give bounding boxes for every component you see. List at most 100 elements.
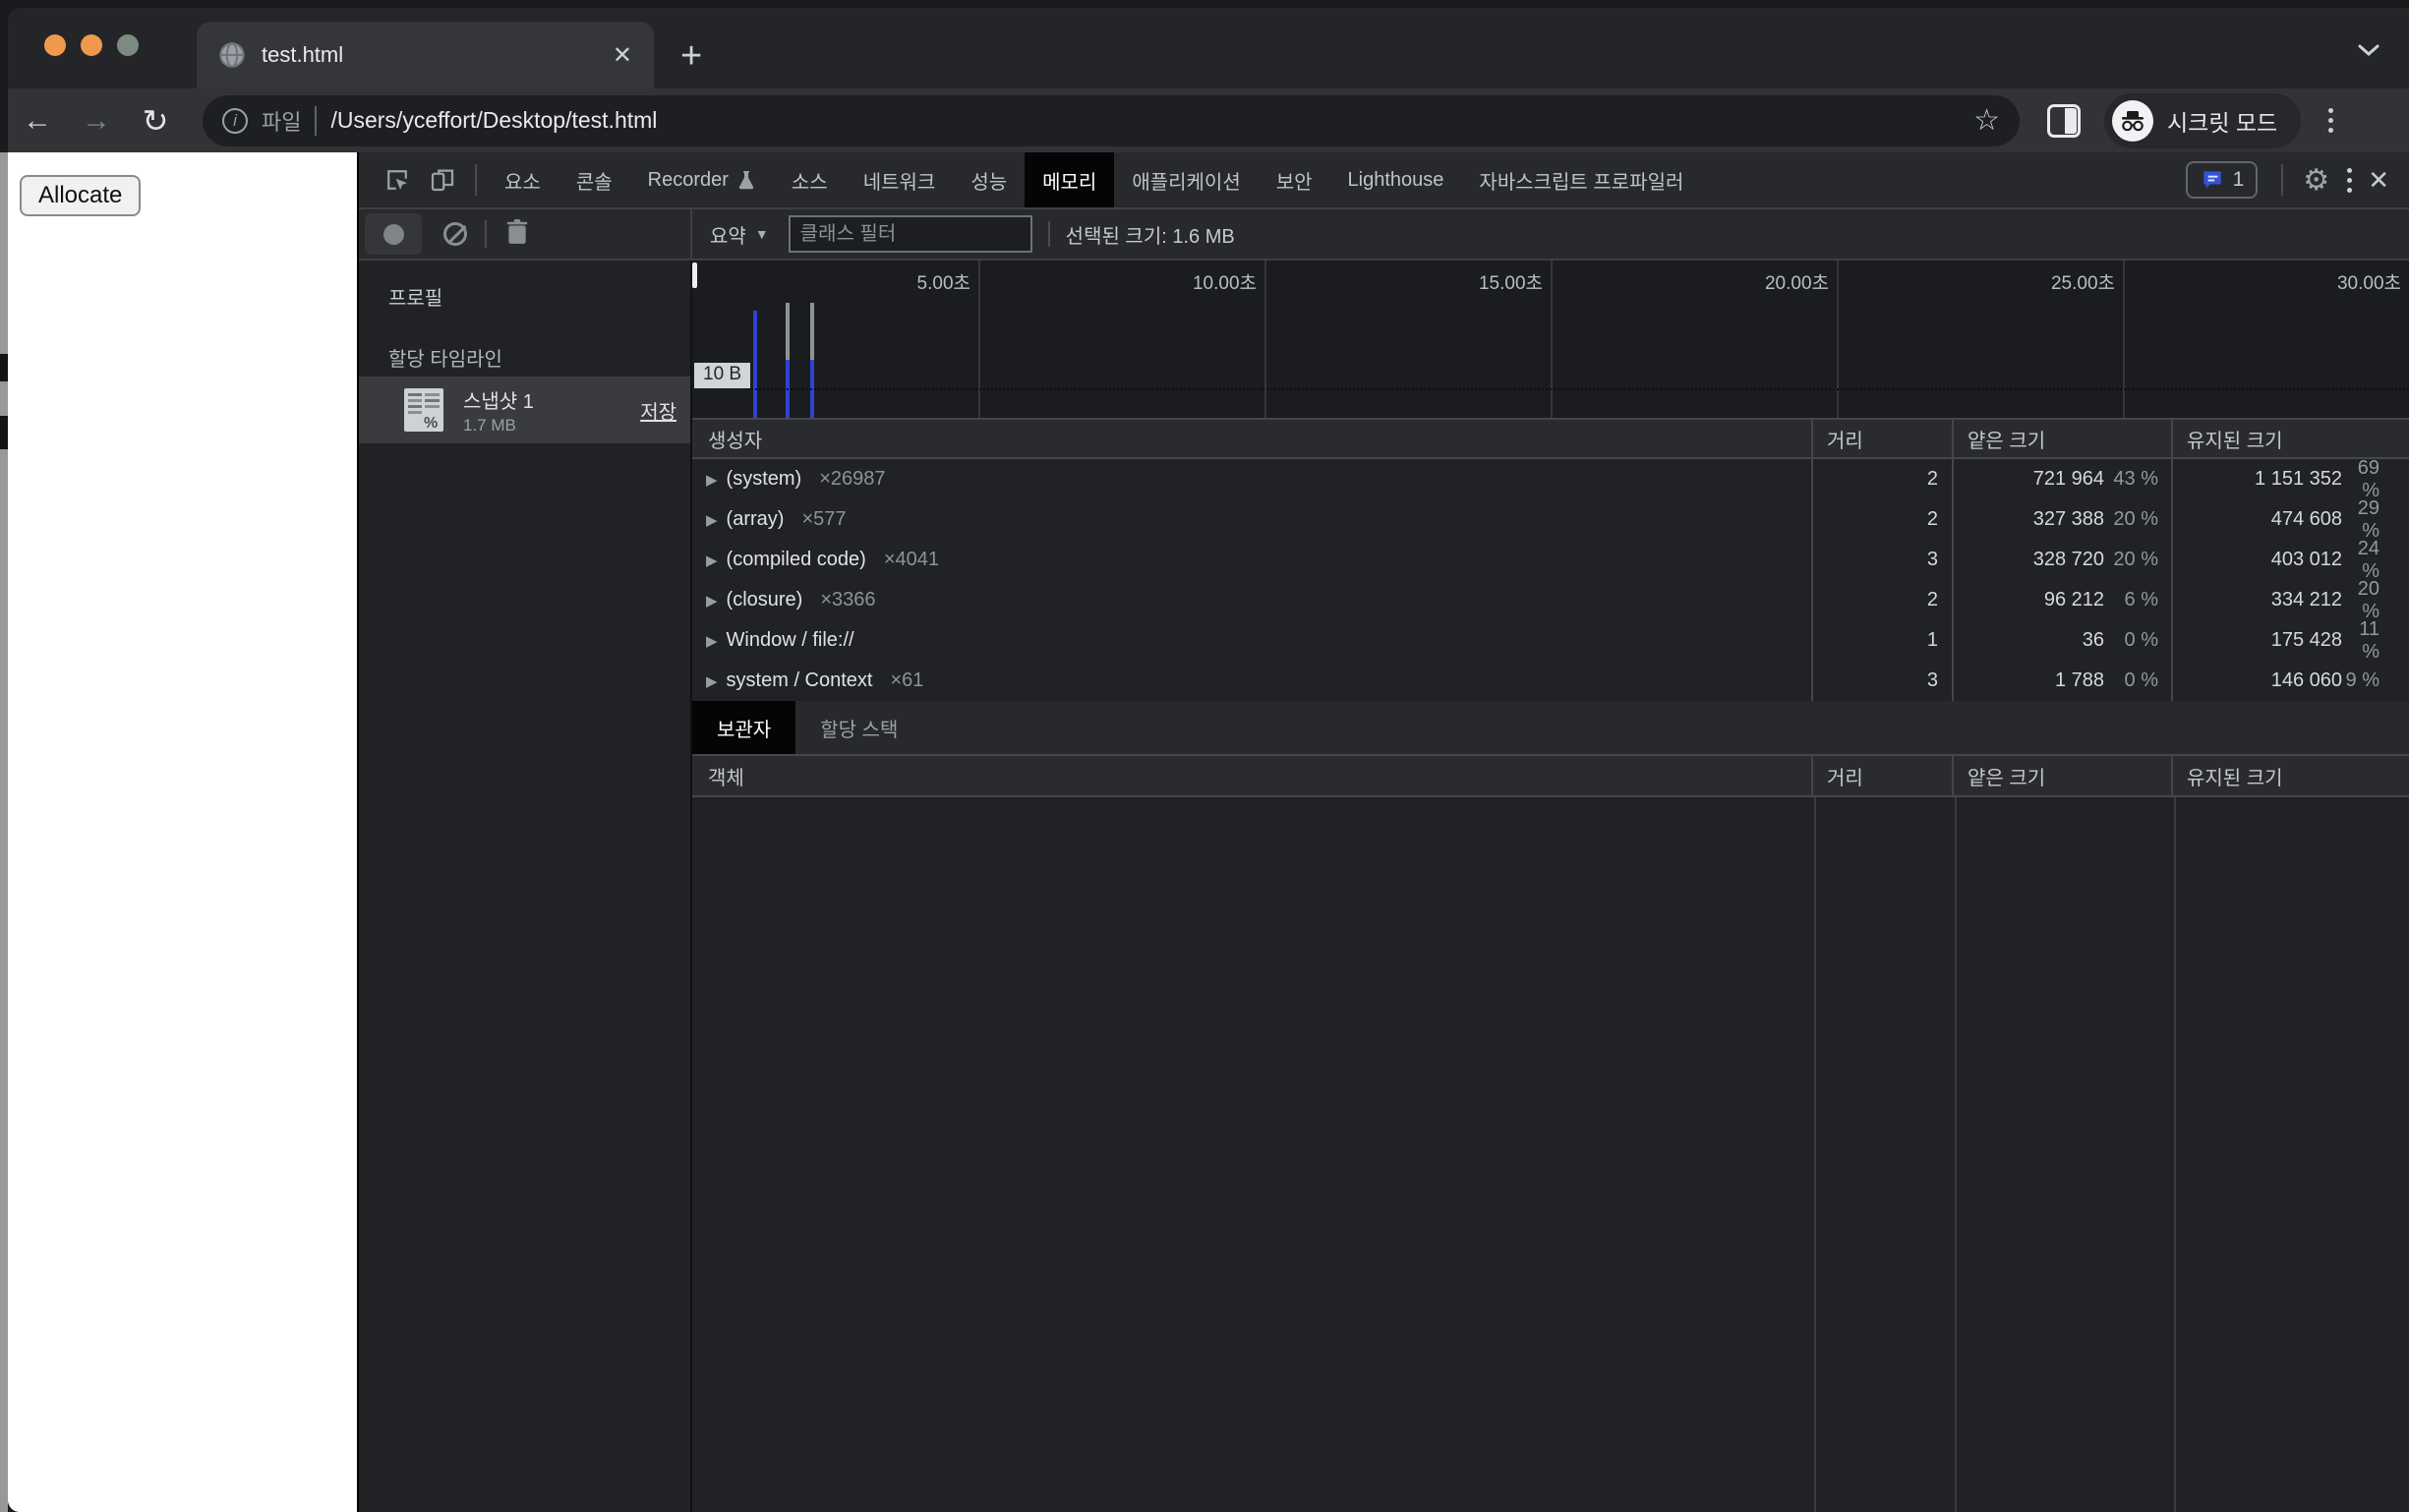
column-constructor[interactable]: 생성자 [692,425,1811,453]
issues-icon [2200,167,2225,193]
allocation-bar-freed [786,303,790,360]
issues-counter[interactable]: 1 [2186,161,2259,199]
tab-sources[interactable]: 소스 [774,152,846,207]
tab-recorder[interactable]: Recorder [630,152,774,207]
tab-lighthouse[interactable]: Lighthouse [1330,152,1462,207]
desktop-edge-mark [0,416,8,449]
constructor-row[interactable]: ▶(compiled code)×4041 3 328 72020 % 403 … [692,540,2409,580]
chevron-down-icon: ▼ [755,226,769,242]
forward-button[interactable]: → [67,104,126,138]
expand-triangle-icon[interactable]: ▶ [706,632,718,650]
incognito-badge: 시크릿 모드 [2104,93,2301,148]
settings-gear-icon[interactable]: ⚙ [2303,163,2329,198]
tab-application[interactable]: 애플리케이션 [1114,152,1258,207]
tab-elements[interactable]: 요소 [487,152,558,207]
reload-button[interactable]: ↻ [126,102,185,140]
allocation-timeline-chart[interactable]: 5.00초 10.00초 15.00초 20.00초 25.00초 30.00초… [692,261,2409,420]
address-bar-divider [315,106,317,136]
traffic-lights [44,34,139,56]
tab-js-profiler[interactable]: 자바스크립트 프로파일러 [1461,152,1701,207]
constructor-row[interactable]: ▶(closure)×3366 2 96 2126 % 334 21220 % [692,580,2409,620]
bookmark-star-icon[interactable]: ☆ [1973,103,2000,138]
column-distance[interactable]: 거리 [1811,420,1952,457]
allocation-bar-freed [810,303,814,360]
toolbar-separator [485,220,487,248]
issues-count: 1 [2233,168,2245,192]
constructor-row[interactable]: ▶system / Context×61 3 1 7880 % 146 0609… [692,661,2409,701]
expand-triangle-icon[interactable]: ▶ [706,511,718,529]
maximize-window-button[interactable] [117,34,139,56]
snapshot-list-item[interactable]: % 스냅샷 1 1.7 MB 저장 [359,377,690,443]
timeline-tick: 10.00초 [1119,268,1257,295]
record-icon [383,224,404,245]
timeline-gridline [1264,261,1266,418]
browser-menu-icon[interactable] [2328,108,2333,133]
selected-size-label: 선택된 크기: 1.6 MB [1066,220,1235,249]
constructor-row[interactable]: ▶Window / file:// 1 360 % 175 42811 % [692,620,2409,661]
delete-profile-icon[interactable] [504,218,530,251]
toolbar-separator [2281,164,2283,196]
web-page: Allocate [8,152,357,1512]
inspect-element-icon[interactable] [382,165,412,195]
snapshot-name: 스냅샷 1 [463,385,624,414]
tab-allocation-stack[interactable]: 할당 스택 [795,701,922,754]
tab-security[interactable]: 보안 [1259,152,1330,207]
expand-triangle-icon[interactable]: ▶ [706,471,718,489]
column-distance[interactable]: 거리 [1811,756,1952,795]
desktop-edge-mark [0,354,8,381]
tab-search-chevron-icon[interactable] [2356,41,2381,64]
record-heap-button[interactable] [365,213,422,255]
desktop-edge [0,152,8,1512]
tab-console[interactable]: 콘솔 [558,152,630,207]
tab-close-icon[interactable]: ✕ [613,41,632,70]
column-retained-size[interactable]: 유지된 크기 [2171,420,2409,457]
timeline-tick: 30.00초 [2263,268,2401,295]
devtools-close-icon[interactable]: ✕ [2368,165,2389,196]
snapshot-size: 1.7 MB [463,416,624,436]
globe-icon [218,41,246,69]
expand-triangle-icon[interactable]: ▶ [706,552,718,569]
allocate-button[interactable]: Allocate [20,175,141,216]
timeline-range-handle[interactable] [692,262,697,288]
tab-memory[interactable]: 메모리 [1025,152,1114,207]
timeline-gridline [1837,261,1839,418]
timeline-tick: 15.00초 [1405,268,1543,295]
devtools-panel: 요소 콘솔 Recorder 소스 네트워크 성능 메모리 애플리케이션 보안 … [357,152,2409,1512]
constructor-row[interactable]: ▶(array)×577 2 327 38820 % 474 60829 % [692,499,2409,540]
browser-tab[interactable]: test.html ✕ [197,22,654,88]
column-object[interactable]: 객체 [692,762,1811,790]
timeline-tick: 25.00초 [1977,268,2115,295]
close-window-button[interactable] [44,34,66,56]
tab-retainers[interactable]: 보관자 [692,701,795,754]
new-tab-button[interactable]: + [680,37,702,75]
device-toolbar-icon[interactable] [428,165,457,195]
back-button[interactable]: ← [8,104,67,138]
address-bar[interactable]: i 파일 /Users/yceffort/Desktop/test.html ☆ [203,95,2020,146]
column-retained-size[interactable]: 유지된 크기 [2171,756,2409,795]
url-text[interactable]: /Users/yceffort/Desktop/test.html [330,107,1960,134]
snapshot-save-link[interactable]: 저장 [640,396,676,425]
minimize-window-button[interactable] [81,34,102,56]
devtools-tabbar: 요소 콘솔 Recorder 소스 네트워크 성능 메모리 애플리케이션 보안 … [359,152,2409,209]
clear-profiles-icon[interactable] [443,222,467,246]
expand-triangle-icon[interactable]: ▶ [706,592,718,610]
expand-triangle-icon[interactable]: ▶ [706,672,718,690]
site-info-icon[interactable]: i [222,108,248,134]
memory-toolbar: 요약 ▼ 선택된 크기: 1.6 MB [359,209,2409,261]
class-filter-input[interactable] [789,215,1032,253]
timeline-gridline [2123,261,2125,418]
browser-toolbar: ← → ↻ i 파일 /Users/yceffort/Desktop/test.… [8,88,2409,152]
constructors-header-row: 생성자 거리 얕은 크기 유지된 크기 [692,420,2409,459]
svg-text:%: % [424,415,438,432]
perspective-select[interactable]: 요약 ▼ [710,220,769,249]
devtools-menu-icon[interactable] [2347,168,2352,193]
constructor-row[interactable]: ▶(system)×26987 2 721 96443 % 1 151 3526… [692,459,2409,499]
column-shallow-size[interactable]: 얕은 크기 [1952,756,2171,795]
column-shallow-size[interactable]: 얕은 크기 [1952,420,2171,457]
tab-network[interactable]: 네트워크 [846,152,954,207]
profiles-sidebar: 프로필 할당 타임라인 % [359,261,692,1512]
tab-performance[interactable]: 성능 [953,152,1025,207]
url-scheme-label: 파일 [262,105,301,137]
side-panel-icon[interactable] [2047,104,2081,138]
column-separator [2174,797,2176,1512]
